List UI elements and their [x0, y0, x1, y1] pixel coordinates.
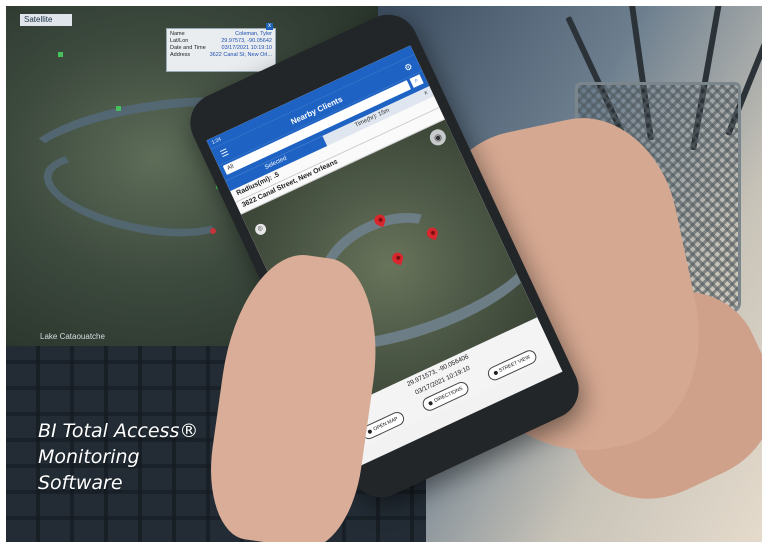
map-pin	[210, 228, 216, 234]
search-icon[interactable]: ⌕	[409, 74, 424, 88]
hamburger-menu-icon[interactable]: ☰	[218, 146, 231, 159]
close-icon[interactable]: x	[266, 23, 273, 30]
caption-line: Software	[38, 472, 123, 494]
popup-row: Date and Time 03/17/2021 10:19:10	[170, 45, 272, 51]
location-icon[interactable]: ◎	[253, 222, 268, 237]
map-marker	[116, 106, 121, 111]
popup-row: Address 3622 Canal St, New Orl...	[170, 52, 272, 58]
settings-icon[interactable]: ⚙	[402, 61, 415, 74]
hero-photo: Satellite x Name Coleman, Tyler Lat/Lon 29…	[0, 0, 768, 548]
zoom-icon[interactable]: ◉	[427, 126, 449, 148]
street-view-icon	[492, 370, 499, 376]
product-caption: BI Total Access® Monitoring Software	[38, 418, 198, 496]
caption-line: BI Total Access®	[38, 420, 199, 442]
client-info-popup: x Name Coleman, Tyler Lat/Lon 29.97573, -9…	[166, 23, 276, 72]
lake-label: Lake Cataouatche	[40, 332, 105, 341]
satellite-tab[interactable]: Satellite	[20, 14, 72, 26]
directions-icon	[428, 400, 434, 406]
map-icon	[367, 428, 373, 434]
popup-row: Lat/Lon 29.97573, -90.05642	[170, 38, 272, 44]
caption-line: Monitoring	[38, 446, 140, 468]
popup-row: Name Coleman, Tyler	[170, 31, 272, 37]
map-marker	[58, 52, 63, 57]
